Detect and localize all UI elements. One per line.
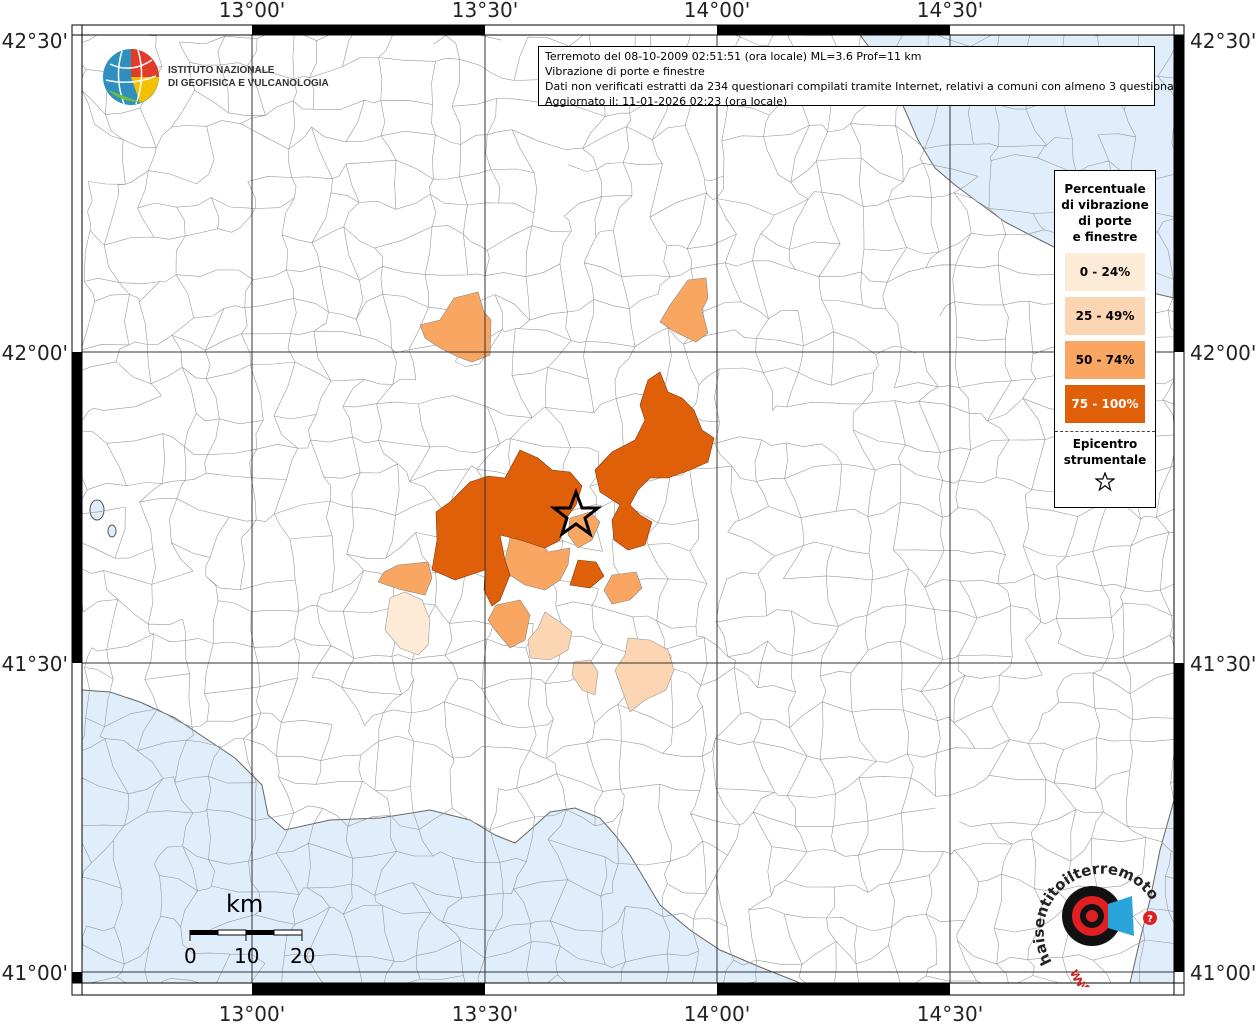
svg-text:?: ? <box>1147 914 1153 925</box>
ingv-name-line2: DI GEOFISICA E VULCANOLOGIA <box>168 78 329 89</box>
lat-tick-label: 41°30' <box>2 652 68 676</box>
svg-text:WWW.: WWW. <box>1067 968 1101 987</box>
scale-bar <box>189 929 303 941</box>
legend-star-icon <box>1094 471 1116 492</box>
lon-tick-label: 14°30' <box>917 1002 983 1024</box>
scale-unit: km <box>226 890 264 918</box>
lon-tick-label: 13°00' <box>219 0 285 22</box>
lat-tick-label: 41°30' <box>1190 652 1256 676</box>
lon-tick-label: 14°30' <box>917 0 983 22</box>
scale-label: 10 <box>234 944 260 968</box>
legend-class-50-74: 50 - 74% <box>1065 341 1145 379</box>
lat-tick-label: 41°00' <box>1190 961 1256 985</box>
ingv-name-line1: ISTITUTO NAZIONALE <box>168 65 275 76</box>
event-info-box: Terremoto del 08-10-2009 02:51:51 (ora l… <box>538 46 1185 108</box>
lon-tick-label: 13°00' <box>219 1002 285 1024</box>
legend-epicenter-label: Epicentro strumentale <box>1063 437 1147 467</box>
hsit-url: WWW. <box>1067 968 1101 987</box>
event-line: Terremoto del 08-10-2009 02:51:51 (ora l… <box>545 50 922 63</box>
legend: Percentuale di vibrazione di porte e fin… <box>1054 170 1156 508</box>
lat-tick-label: 41°00' <box>2 961 68 985</box>
legend-title: Percentuale di vibrazione di porte e fin… <box>1061 182 1149 244</box>
updated-line: Aggiornato il: 11-01-2026 02:23 (ora loc… <box>545 95 788 108</box>
lat-tick-label: 42°00' <box>1190 341 1256 365</box>
ingv-name: ISTITUTO NAZIONALE DI GEOFISICA E VULCAN… <box>168 64 329 90</box>
ingv-globe-icon <box>103 49 159 105</box>
lat-tick-label: 42°00' <box>2 341 68 365</box>
hsit-logo: haisentitoilterremoto.it WWW. ? <box>1030 862 1163 987</box>
legend-class-75-100: 75 - 100% <box>1065 385 1145 423</box>
legend-class-0-24: 0 - 24% <box>1065 253 1145 291</box>
lat-tick-label: 42°30' <box>1190 29 1256 53</box>
lon-tick-label: 13°30' <box>452 1002 518 1024</box>
source-line: Dati non verificati estratti da 234 ques… <box>545 80 1185 93</box>
lon-tick-label: 13°30' <box>452 0 518 22</box>
parameter-line: Vibrazione di porte e finestre <box>545 65 705 78</box>
scale-label: 20 <box>290 944 316 968</box>
scale-label: 0 <box>184 944 197 968</box>
legend-class-25-49: 25 - 49% <box>1065 297 1145 335</box>
lon-tick-label: 14°00' <box>684 1002 750 1024</box>
lon-tick-label: 14°00' <box>684 0 750 22</box>
lat-tick-label: 42°30' <box>2 29 68 53</box>
